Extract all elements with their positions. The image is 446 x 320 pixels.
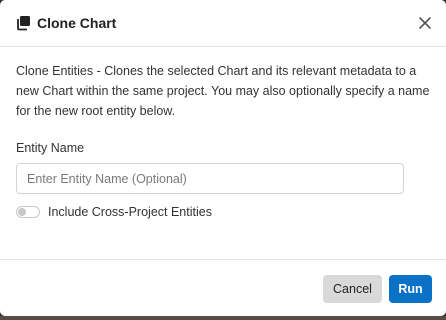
cross-project-label: Include Cross-Project Entities	[48, 205, 212, 219]
background-strip	[0, 316, 446, 320]
dialog-description: Clone Entities - Clones the selected Cha…	[16, 64, 430, 118]
run-button[interactable]: Run	[389, 275, 432, 303]
entity-name-input[interactable]	[16, 163, 404, 194]
clone-icon	[15, 15, 31, 31]
dialog-body: Clone Entities - Clones the selected Cha…	[0, 47, 446, 219]
cross-project-toggle[interactable]	[16, 206, 40, 218]
clone-chart-dialog: Clone Chart Clone Entities - Clones the …	[0, 0, 446, 316]
cross-project-row: Include Cross-Project Entities	[16, 205, 430, 219]
dialog-header: Clone Chart	[0, 0, 446, 47]
dialog-footer: Cancel Run	[0, 259, 446, 316]
entity-name-label: Entity Name	[16, 141, 85, 155]
close-icon[interactable]	[418, 16, 432, 30]
toggle-knob	[18, 208, 26, 216]
cancel-button[interactable]: Cancel	[323, 275, 382, 303]
dialog-title: Clone Chart	[37, 15, 117, 31]
